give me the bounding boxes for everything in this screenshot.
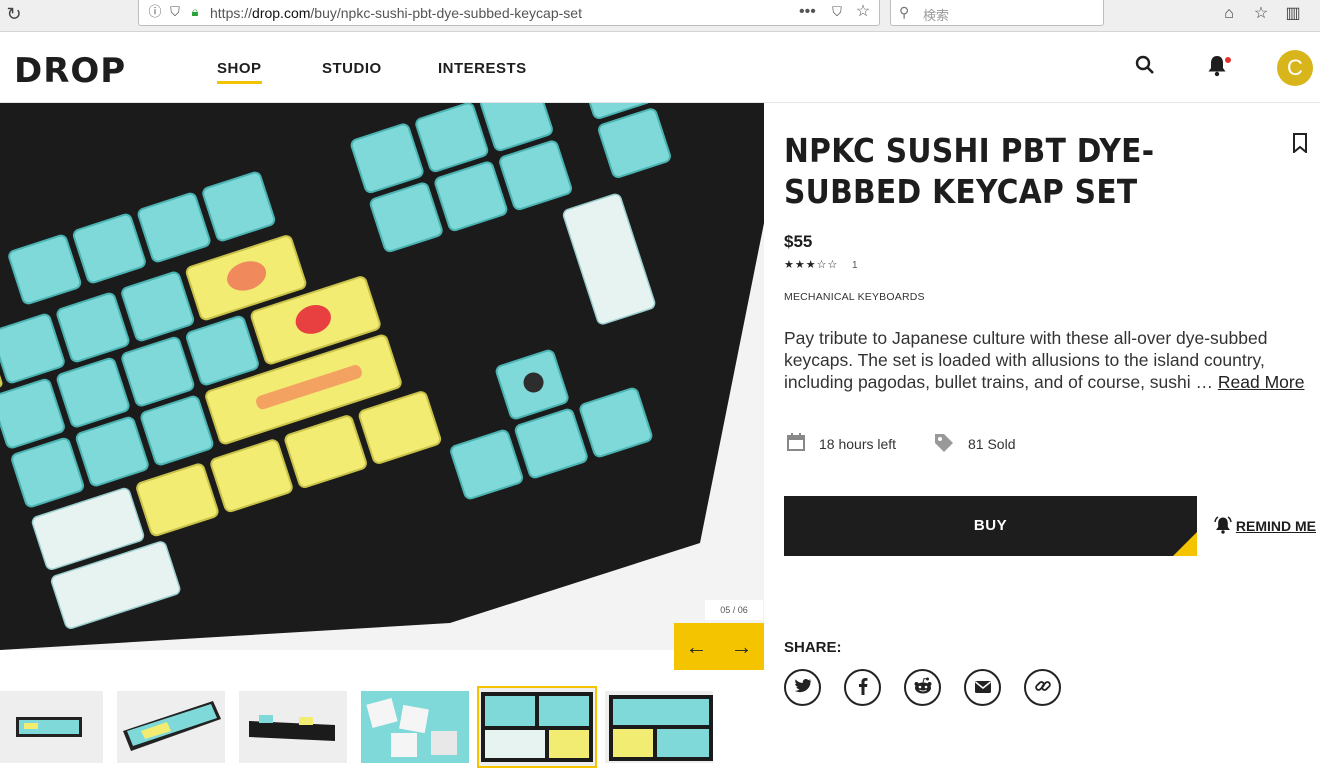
buy-button[interactable]: BUY: [784, 496, 1197, 556]
search-icon[interactable]: [1132, 55, 1158, 81]
browser-search-placeholder: 検索: [923, 8, 950, 23]
thumbnail-5[interactable]: [477, 686, 597, 768]
remind-me-label: REMIND ME: [1235, 518, 1317, 534]
notification-dot: [1225, 57, 1231, 63]
browser-toolbar: ↻ ⓘ ⛉ 🔒︎ https://drop.com/buy/npkc-sushi…: [0, 0, 1320, 32]
email-share-icon[interactable]: [964, 669, 1001, 706]
product-category[interactable]: MECHANICAL KEYBOARDS: [784, 291, 925, 303]
avatar[interactable]: C: [1277, 50, 1313, 86]
share-label: SHARE:: [784, 639, 842, 656]
library-icon[interactable]: ☆: [1250, 4, 1272, 24]
keyboard-illustration: [0, 103, 764, 650]
prev-arrow-icon[interactable]: ←: [674, 623, 719, 670]
next-arrow-icon[interactable]: →: [719, 623, 764, 670]
page-actions-icon[interactable]: •••: [799, 4, 816, 20]
facebook-share-icon[interactable]: [844, 669, 881, 706]
read-more-link[interactable]: Read More: [1218, 372, 1305, 392]
remind-me-button[interactable]: REMIND ME: [1214, 516, 1316, 534]
lock-icon[interactable]: 🔒︎: [187, 4, 203, 20]
product-description: Pay tribute to Japanese culture with the…: [784, 327, 1316, 393]
nav-interests[interactable]: INTERESTS: [438, 60, 527, 77]
review-count[interactable]: 1: [852, 260, 858, 271]
gallery-arrows: ← →: [674, 623, 764, 670]
buy-corner-accent: [1173, 532, 1197, 556]
image-counter: 05 / 06: [705, 600, 763, 620]
bookmark-icon[interactable]: [1292, 133, 1308, 159]
url-text[interactable]: https://drop.com/buy/npkc-sushi-pbt-dye-…: [210, 5, 582, 21]
product-title: NPKC SUSHI PBT DYE-SUBBED KEYCAP SET: [784, 131, 1155, 211]
site-header: DROP SHOP STUDIO INTERESTS C: [0, 33, 1320, 103]
twitter-share-icon[interactable]: [784, 669, 821, 706]
thumbnail-6[interactable]: [605, 691, 713, 763]
sold-count: 81 Sold: [968, 436, 1016, 452]
rating-stars[interactable]: ★★★☆☆: [784, 258, 838, 271]
reddit-share-icon[interactable]: [904, 669, 941, 706]
nav-shop[interactable]: SHOP: [217, 60, 262, 84]
description-text: Pay tribute to Japanese culture with the…: [784, 328, 1268, 392]
home-icon[interactable]: ⌂: [1218, 4, 1240, 24]
thumbnail-2[interactable]: [117, 691, 225, 763]
thumbnail-3[interactable]: [239, 691, 347, 763]
drop-logo[interactable]: DROP: [14, 51, 126, 91]
buy-button-label: BUY: [973, 517, 1008, 534]
tracking-shield-icon[interactable]: ⛉: [167, 4, 183, 20]
sidebar-icon[interactable]: ▥: [1282, 4, 1304, 24]
time-left: 18 hours left: [819, 436, 897, 452]
calendar-icon: [786, 432, 808, 454]
link-share-icon[interactable]: [1024, 669, 1061, 706]
browser-search-bar[interactable]: ⚲ 検索: [890, 0, 1104, 26]
reload-icon[interactable]: ↻: [4, 4, 24, 24]
thumbnail-1[interactable]: [0, 691, 103, 763]
info-icon[interactable]: ⓘ: [147, 4, 163, 20]
tag-icon: [933, 432, 955, 454]
search-icon: ⚲: [899, 4, 910, 20]
alarm-bell-icon: [1214, 516, 1236, 534]
product-image[interactable]: [0, 103, 764, 650]
url-bar[interactable]: ⓘ ⛉ 🔒︎ https://drop.com/buy/npkc-sushi-p…: [138, 0, 880, 26]
bookmark-star-icon[interactable]: ☆: [855, 4, 871, 20]
thumbnail-4[interactable]: [361, 691, 469, 763]
product-price: $55: [784, 232, 813, 251]
pocket-icon[interactable]: ⛉: [829, 4, 845, 20]
nav-studio[interactable]: STUDIO: [322, 60, 382, 77]
